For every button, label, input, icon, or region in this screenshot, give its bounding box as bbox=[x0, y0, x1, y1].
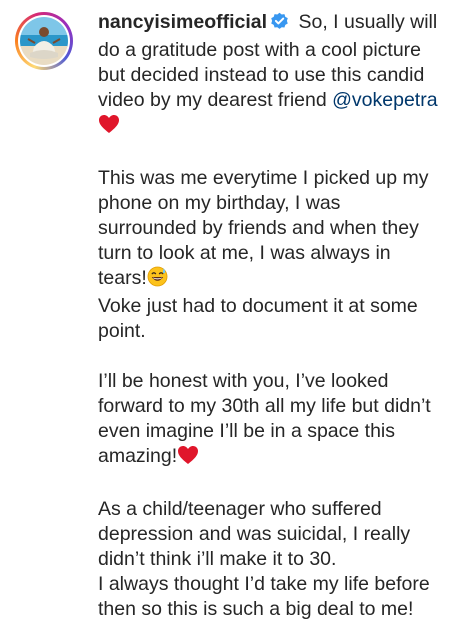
username-link[interactable]: nancyisimeofficial bbox=[98, 11, 267, 33]
verified-badge-icon bbox=[270, 12, 289, 38]
grinning-sweat-emoji-icon bbox=[147, 266, 168, 294]
caption-voke-line: Voke just had to document it at some poi… bbox=[98, 295, 424, 342]
mention-link[interactable]: @vokepetra bbox=[332, 89, 437, 111]
red-heart-icon bbox=[177, 445, 199, 472]
avatar-image bbox=[20, 17, 68, 65]
red-heart-icon bbox=[98, 114, 120, 141]
caption-paragraph-3: I’ll be honest with you, I’ve looked for… bbox=[98, 370, 437, 467]
caption-paragraph-4: As a child/teenager who suffered depress… bbox=[98, 498, 430, 620]
post-caption: nancyisimeofficial So, I usually will do… bbox=[98, 10, 444, 622]
avatar[interactable] bbox=[18, 15, 70, 67]
avatar-story-ring[interactable] bbox=[15, 12, 73, 70]
